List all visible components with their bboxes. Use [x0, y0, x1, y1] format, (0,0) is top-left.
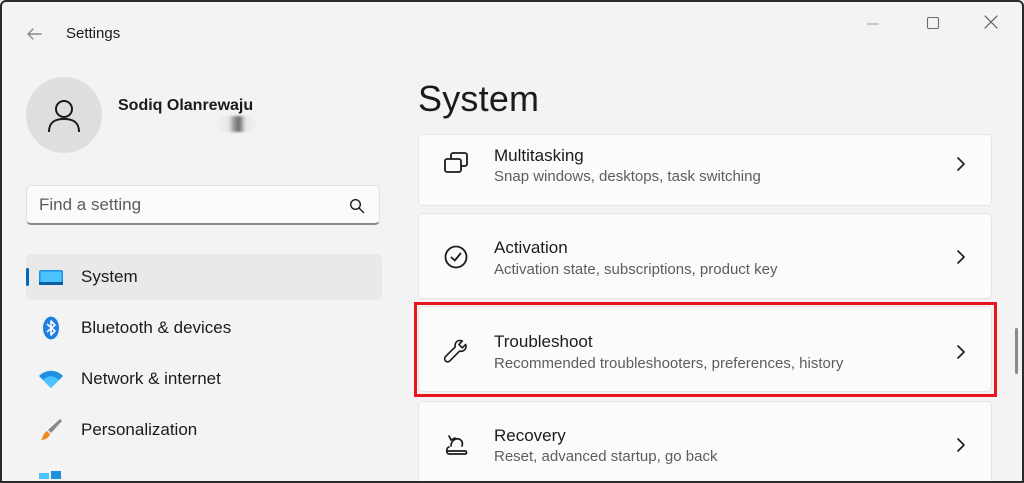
scrollbar-thumb[interactable]: [1015, 328, 1018, 374]
user-name: Sodiq Olanrewaju: [118, 97, 254, 114]
sidebar-item-bluetooth[interactable]: Bluetooth & devices: [26, 305, 382, 351]
card-description: Reset, advanced startup, go back: [494, 448, 718, 465]
back-arrow-icon: [27, 28, 42, 40]
system-display-icon: [39, 270, 63, 285]
page-title: System: [418, 78, 540, 119]
paintbrush-icon: [41, 419, 62, 440]
chevron-right-icon: [957, 438, 965, 452]
settings-card-activation[interactable]: Activation Activation state, subscriptio…: [418, 213, 992, 299]
avatar[interactable]: [26, 77, 102, 153]
sidebar-next-item-icon-partial: [38, 466, 64, 479]
user-icon: [48, 100, 80, 133]
card-title: Activation: [494, 238, 568, 257]
search-box[interactable]: Find a setting: [26, 185, 380, 225]
search-input[interactable]: Find a setting: [39, 195, 141, 215]
minimize-icon: [867, 23, 879, 25]
sidebar-item-label: System: [81, 267, 138, 286]
wifi-icon: [39, 370, 63, 388]
card-description: Activation state, subscriptions, product…: [494, 261, 778, 278]
maximize-icon: [926, 16, 940, 30]
card-description: Snap windows, desktops, task switching: [494, 168, 761, 185]
search-icon[interactable]: [349, 198, 365, 214]
card-title: Recovery: [494, 426, 566, 445]
sidebar-item-network[interactable]: Network & internet: [26, 356, 382, 402]
activation-check-icon: [444, 245, 468, 269]
title-bar: Settings: [2, 2, 1022, 64]
highlight-annotation-box: [414, 302, 997, 397]
redacted-email: [216, 116, 258, 132]
chevron-right-icon: [957, 157, 965, 171]
recovery-icon: [445, 435, 468, 455]
minimize-button[interactable]: [850, 12, 896, 36]
sidebar-item-label: Bluetooth & devices: [81, 318, 232, 337]
multitasking-icon: [444, 152, 468, 173]
sidebar-item-label: Personalization: [81, 420, 198, 439]
sidebar-item-personalization[interactable]: Personalization: [26, 407, 382, 453]
sidebar-item-label: Network & internet: [81, 369, 221, 388]
close-button[interactable]: [968, 12, 1014, 36]
back-button[interactable]: [22, 22, 46, 46]
bluetooth-icon: [43, 316, 59, 340]
app-title: Settings: [66, 25, 121, 42]
selected-indicator: [26, 268, 29, 286]
chevron-right-icon: [957, 250, 965, 264]
settings-card-recovery[interactable]: Recovery Reset, advanced startup, go bac…: [418, 401, 992, 481]
maximize-button[interactable]: [910, 12, 956, 36]
close-icon: [984, 15, 998, 29]
sidebar-item-system[interactable]: System: [26, 254, 382, 300]
settings-card-multitasking[interactable]: Multitasking Snap windows, desktops, tas…: [418, 134, 992, 206]
settings-window: Settings Sodiq Olanrewaju Find a setting: [0, 0, 1024, 483]
card-title: Multitasking: [494, 146, 584, 165]
